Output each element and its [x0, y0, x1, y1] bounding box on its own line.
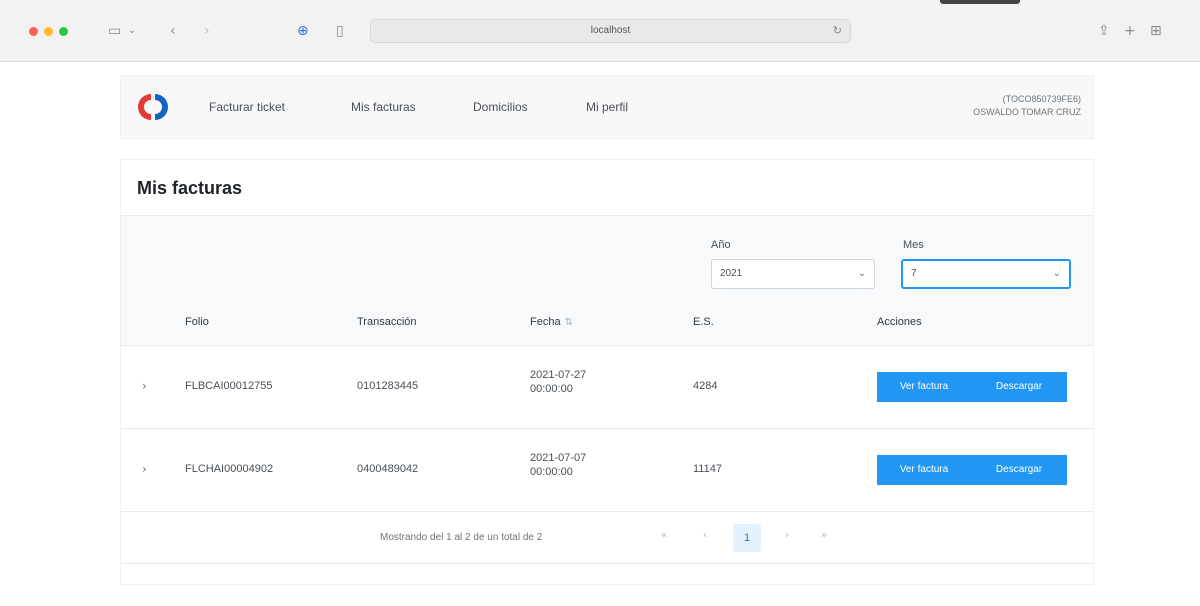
browser-toolbar: ▭ ⌄ ‹ › ⊕ ▯ localhost ↻ ⇪ + ⊞: [0, 0, 1200, 62]
month-label: Mes: [903, 239, 924, 251]
sort-icon[interactable]: ⇅: [565, 317, 573, 328]
close-window-button[interactable]: [29, 27, 38, 36]
cell-folio: FLBCAI00012755: [185, 380, 273, 392]
view-invoice-button[interactable]: Ver factura: [877, 455, 971, 485]
user-info[interactable]: (TOCO850739FE6) OSWALDO TOMAR CRUZ: [973, 93, 1081, 119]
cell-es: 11147: [693, 463, 722, 475]
privacy-shield-icon[interactable]: ⊕: [297, 21, 309, 41]
reload-icon[interactable]: ↻: [833, 20, 842, 42]
cell-fecha: 2021-07-07 00:00:00: [530, 451, 586, 479]
column-header-acciones: Acciones: [877, 316, 922, 328]
cell-transaccion: 0400489042: [357, 463, 419, 475]
table-header: Folio Transacción Fecha ⇅ E.S. Acciones: [121, 300, 1093, 346]
share-icon[interactable]: ⇪: [1098, 21, 1110, 41]
brand-logo[interactable]: [137, 91, 169, 123]
page-info-icon[interactable]: ▯: [336, 21, 344, 41]
expand-row-icon[interactable]: ›: [142, 379, 147, 393]
column-header-fecha[interactable]: Fecha ⇅: [530, 316, 573, 328]
paginator: Mostrando del 1 al 2 de un total de 2 « …: [121, 512, 1093, 564]
user-name: OSWALDO TOMAR CRUZ: [973, 107, 1081, 117]
url-text: localhost: [590, 25, 631, 36]
view-invoice-button[interactable]: Ver factura: [877, 372, 971, 402]
year-select[interactable]: 2021 ⌄: [711, 259, 875, 289]
new-tab-icon[interactable]: +: [1124, 21, 1136, 41]
prev-page-icon[interactable]: ‹: [703, 530, 707, 541]
back-icon[interactable]: ‹: [170, 21, 176, 41]
nav-domicilios[interactable]: Domicilios: [473, 100, 528, 114]
cell-es: 4284: [693, 380, 718, 392]
cell-fecha-date: 2021-07-07: [530, 452, 587, 464]
minimize-window-button[interactable]: [44, 27, 53, 36]
user-id: (TOCO850739FE6): [1002, 94, 1081, 104]
year-label: Año: [711, 239, 731, 251]
paginator-info: Mostrando del 1 al 2 de un total de 2: [380, 532, 543, 543]
table-row: › FLCHAI00004902 0400489042 2021-07-07 0…: [121, 429, 1093, 512]
year-value: 2021: [720, 268, 743, 279]
chevron-down-icon[interactable]: ⌄: [128, 21, 136, 41]
sidebar-toggle-icon[interactable]: ▭: [108, 21, 121, 41]
last-page-icon[interactable]: »: [821, 530, 827, 541]
next-page-icon[interactable]: ›: [785, 530, 789, 541]
month-value: 7: [911, 268, 917, 279]
nav-mi-perfil[interactable]: Mi perfil: [586, 100, 628, 114]
cell-fecha-time: 00:00:00: [530, 383, 573, 395]
chevron-down-icon: ⌄: [1052, 268, 1061, 279]
cell-fecha: 2021-07-27 00:00:00: [530, 368, 586, 396]
app-container: Facturar ticket Mis facturas Domicilios …: [120, 75, 1094, 585]
cell-fecha-date: 2021-07-27: [530, 369, 587, 381]
nav-facturar-ticket[interactable]: Facturar ticket: [209, 100, 285, 114]
top-navbar: Facturar ticket Mis facturas Domicilios …: [120, 75, 1094, 139]
address-bar[interactable]: localhost ↻: [370, 19, 851, 43]
maximize-window-button[interactable]: [59, 27, 68, 36]
month-select[interactable]: 7 ⌄: [901, 259, 1071, 289]
forward-icon[interactable]: ›: [204, 21, 210, 41]
filter-bar: Año 2021 ⌄ Mes 7 ⌄: [121, 215, 1093, 300]
column-header-folio: Folio: [185, 316, 209, 328]
download-button[interactable]: Descargar: [971, 455, 1067, 485]
column-header-fecha-label: Fecha: [530, 316, 561, 328]
table-row: › FLBCAI00012755 0101283445 2021-07-27 0…: [121, 346, 1093, 429]
cell-fecha-time: 00:00:00: [530, 466, 573, 478]
cell-folio: FLCHAI00004902: [185, 463, 274, 475]
tab-overview-icon[interactable]: ⊞: [1150, 21, 1162, 41]
page-button-current[interactable]: 1: [733, 524, 761, 552]
column-header-transaccion: Transacción: [357, 316, 417, 328]
expand-row-icon[interactable]: ›: [142, 462, 147, 476]
window-strip: [940, 0, 1020, 4]
cell-transaccion: 0101283445: [357, 380, 419, 392]
first-page-icon[interactable]: «: [661, 530, 667, 541]
page-title: Mis facturas: [137, 178, 243, 198]
nav-mis-facturas[interactable]: Mis facturas: [351, 100, 416, 114]
chevron-down-icon: ⌄: [857, 268, 866, 279]
download-button[interactable]: Descargar: [971, 372, 1067, 402]
invoices-card: Mis facturas Año 2021 ⌄ Mes 7 ⌄ Folio Tr…: [120, 159, 1094, 585]
column-header-es: E.S.: [693, 316, 714, 328]
